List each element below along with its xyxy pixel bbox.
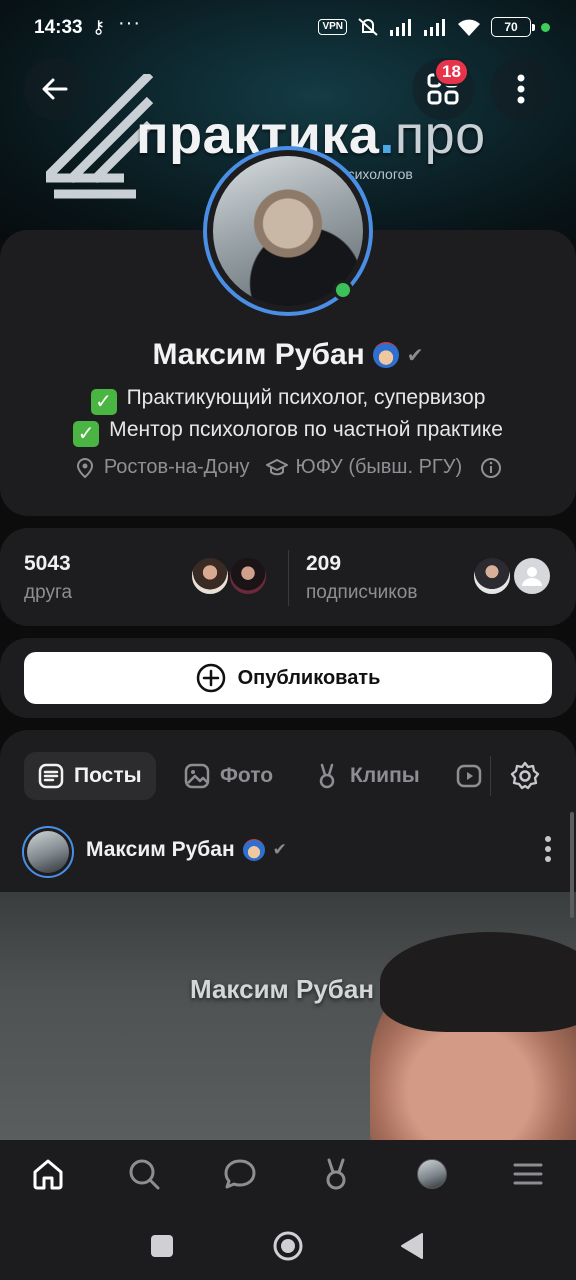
bio-line-2: ✓ Ментор психологов по частной практике	[0, 418, 576, 447]
clips-icon	[319, 763, 335, 789]
photo-icon	[184, 763, 210, 789]
follower-avatar-placeholder	[512, 556, 552, 596]
status-more: ···	[118, 12, 141, 34]
friend-avatar	[190, 556, 230, 596]
video-icon	[456, 764, 482, 788]
notification-badge: 18	[434, 58, 469, 86]
nav-profile[interactable]	[412, 1154, 452, 1194]
info-icon[interactable]	[480, 457, 502, 479]
superhero-emoji-icon	[372, 342, 399, 368]
battery-icon: 70	[491, 17, 535, 37]
nav-messages[interactable]	[220, 1154, 260, 1194]
tab-clips[interactable]: Клипы	[300, 752, 434, 800]
verified-check-icon: ✔	[272, 840, 287, 859]
nav-clips[interactable]	[316, 1154, 356, 1194]
post-author-avatar[interactable]	[22, 826, 74, 878]
home-circle-icon[interactable]	[272, 1230, 304, 1262]
green-check-icon: ✓	[90, 389, 117, 415]
more-button[interactable]	[490, 58, 552, 120]
online-indicator	[333, 280, 353, 300]
gear-icon	[510, 761, 540, 790]
back-triangle-icon[interactable]	[400, 1232, 424, 1260]
wifi-icon	[458, 19, 480, 36]
graduation-cap-icon	[265, 458, 288, 475]
follower-avatar	[472, 556, 512, 596]
key-icon: ⚷	[92, 17, 106, 37]
verified-check-icon[interactable]: ✔	[407, 343, 424, 368]
post-image-caption: Максим Рубан	[190, 974, 375, 1004]
tab-videos[interactable]	[446, 752, 492, 800]
clips-icon	[326, 1158, 346, 1190]
followers-label: подписчиков	[306, 582, 418, 603]
green-check-icon: ✓	[73, 421, 100, 447]
more-vertical-icon	[545, 836, 551, 862]
back-button[interactable]	[24, 58, 86, 120]
profile-city: Ростов-на-Дону	[103, 456, 250, 478]
chat-bubble-icon	[224, 1159, 256, 1189]
tab-photo[interactable]: Фото	[170, 752, 287, 800]
mute-icon	[358, 18, 378, 36]
nav-menu[interactable]	[508, 1154, 548, 1194]
profile-university: ЮФУ (бывш. РГУ)	[295, 456, 463, 478]
posts-icon	[38, 763, 64, 789]
more-vertical-icon	[517, 74, 525, 104]
post-header: Максим Рубан ✔	[0, 826, 576, 892]
status-bar: 14:33 ⚷ ··· VPN 70	[0, 0, 576, 58]
vpn-icon: VPN	[318, 19, 347, 35]
bio-line-1: ✓ Практикующий психолог, супервизор	[0, 386, 576, 415]
stats-card: 5043 друга 209 подписчиков	[0, 528, 576, 626]
superhero-emoji-icon	[242, 839, 265, 861]
plus-circle-icon	[196, 663, 225, 693]
publish-label: Опубликовать	[237, 666, 381, 689]
profile-meta[interactable]: Ростов-на-Дону ЮФУ (бывш. РГУ)	[0, 456, 576, 479]
privacy-dot	[541, 22, 550, 32]
profile-name: Максим Рубан	[152, 338, 365, 371]
publish-card: Опубликовать	[0, 638, 576, 718]
post-image[interactable]: Максим Рубан	[0, 892, 576, 1142]
hamburger-menu-icon	[513, 1163, 543, 1185]
tabs-divider	[490, 756, 491, 796]
status-time: 14:33	[34, 17, 83, 38]
bottom-navigation	[0, 1140, 576, 1210]
friends-label: друга	[24, 582, 73, 603]
friend-avatar	[228, 556, 268, 596]
followers-count: 209	[306, 552, 342, 575]
post-author[interactable]: Максим Рубан ✔	[86, 838, 287, 862]
signal-icon	[390, 19, 411, 36]
publish-button[interactable]: Опубликовать	[24, 652, 552, 704]
system-navigation	[0, 1210, 576, 1280]
friends-count: 5043	[24, 552, 71, 575]
tabs-settings-button[interactable]	[500, 752, 550, 800]
nav-profile-avatar	[417, 1159, 447, 1189]
signal-icon-2	[424, 19, 445, 36]
search-icon	[129, 1159, 160, 1190]
location-pin-icon	[76, 457, 93, 478]
profile-name-row: Максим Рубан ✔	[0, 338, 576, 372]
nav-search[interactable]	[124, 1154, 164, 1194]
arrow-left-icon	[42, 78, 68, 100]
home-icon	[33, 1159, 63, 1190]
user-placeholder-icon	[522, 567, 542, 586]
post-photo-hair	[380, 932, 576, 1032]
post-more-button[interactable]	[544, 834, 552, 869]
scrollbar[interactable]	[570, 812, 574, 918]
nav-home[interactable]	[28, 1154, 68, 1194]
stats-divider	[288, 550, 289, 606]
tab-posts[interactable]: Посты	[24, 752, 156, 800]
recents-square-icon[interactable]	[150, 1234, 174, 1258]
